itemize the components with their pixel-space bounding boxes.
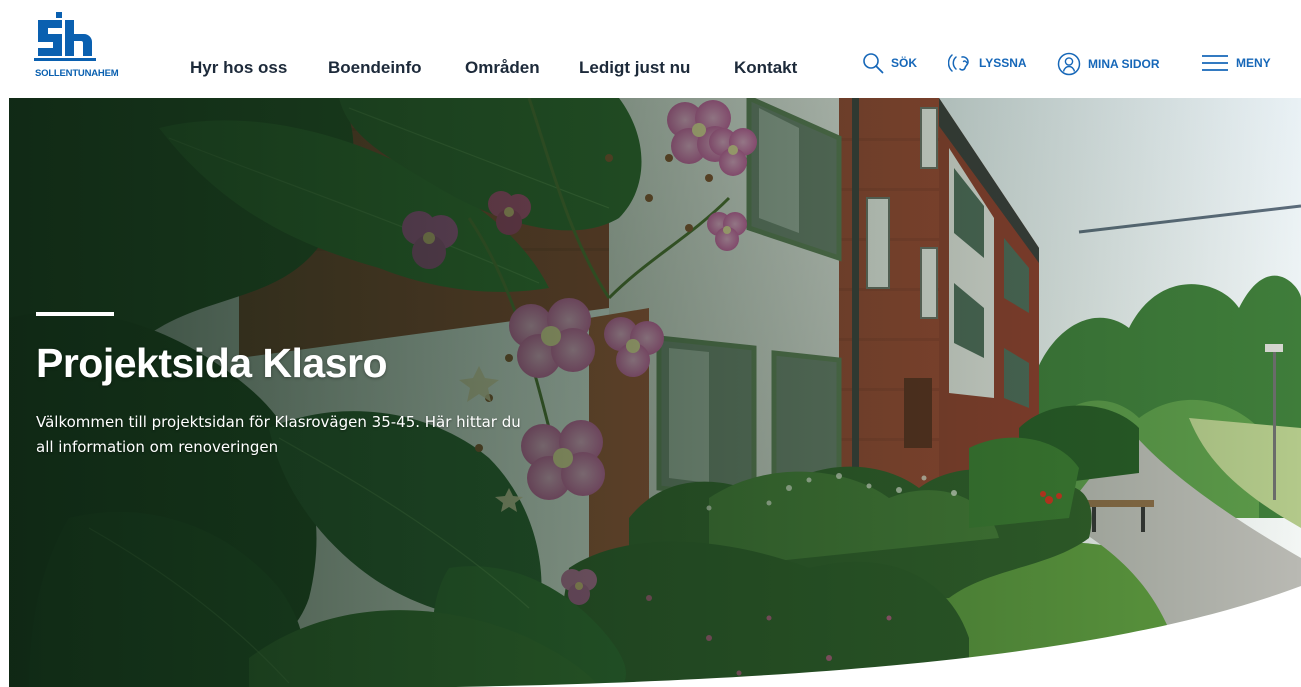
menu-icon bbox=[1202, 55, 1228, 71]
nav-item-ledigt-just-nu[interactable]: Ledigt just nu bbox=[579, 58, 690, 78]
nav-item-omraden[interactable]: Områden bbox=[465, 58, 540, 78]
listen-label: LYSSNA bbox=[979, 56, 1027, 70]
nav-item-boendeinfo[interactable]: Boendeinfo bbox=[328, 58, 422, 78]
search-label: SÖK bbox=[891, 56, 918, 70]
search-button[interactable]: SÖK bbox=[862, 52, 917, 74]
my-pages-button[interactable]: MINA SIDOR bbox=[1057, 52, 1160, 76]
page-title: Projektsida Klasro bbox=[36, 340, 388, 386]
hero-image bbox=[9, 98, 1301, 687]
site-header: SOLLENTUNAHEM Hyr hos oss Boendeinfo Omr… bbox=[0, 0, 1301, 98]
menu-label: MENY bbox=[1236, 56, 1271, 70]
listen-icon bbox=[948, 54, 969, 72]
account-icon bbox=[1057, 52, 1081, 76]
nav-item-kontakt[interactable]: Kontakt bbox=[734, 58, 797, 78]
brand-logo[interactable]: SOLLENTUNAHEM bbox=[34, 10, 144, 80]
hero-description: Välkommen till projektsidan för Klasrovä… bbox=[36, 413, 521, 456]
search-icon bbox=[863, 53, 884, 74]
nav-item-hyr-hos-oss[interactable]: Hyr hos oss bbox=[190, 58, 287, 78]
logo-icon bbox=[34, 12, 96, 61]
hero-accent-line bbox=[36, 312, 114, 316]
listen-button[interactable]: LYSSNA bbox=[948, 52, 1027, 74]
hero-banner: Projektsida Klasro Välkommen till projek… bbox=[9, 98, 1301, 687]
menu-button[interactable]: MENY bbox=[1201, 52, 1271, 74]
brand-name: SOLLENTUNAHEM bbox=[35, 68, 119, 79]
account-label: MINA SIDOR bbox=[1088, 57, 1160, 71]
